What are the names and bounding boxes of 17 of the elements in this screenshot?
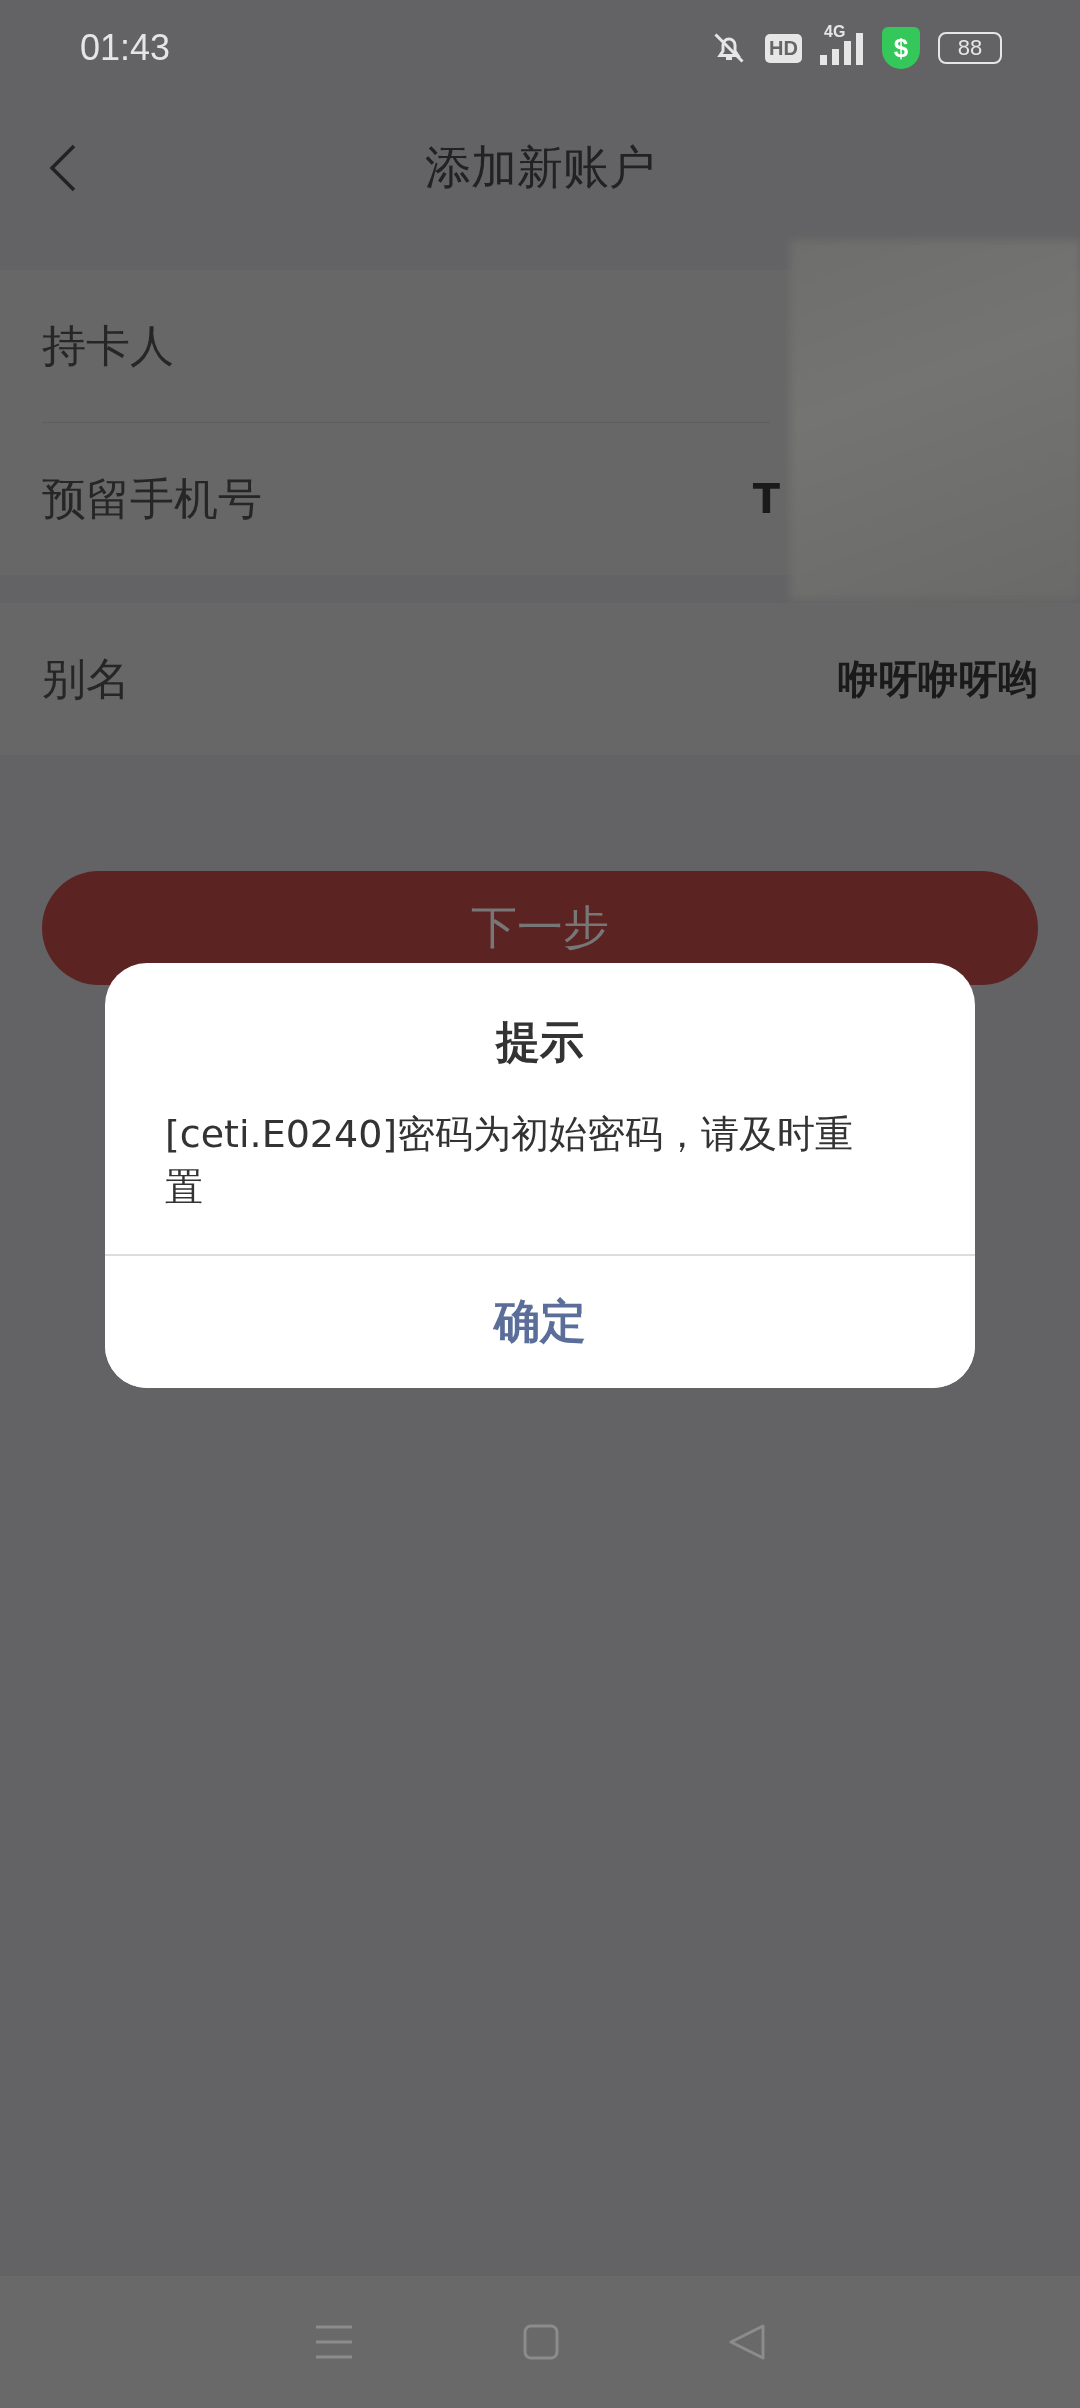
page-title: 添加新账户: [425, 139, 655, 196]
field-label: 持卡人: [42, 318, 174, 373]
battery-icon: 88: [938, 32, 1002, 64]
network-label: 4G: [824, 23, 846, 41]
dialog-message: [ceti.E0240]密码为初始密码，请及时重置: [164, 1111, 855, 1212]
back-icon[interactable]: [48, 143, 78, 193]
dialog-title: 提示: [494, 1015, 585, 1069]
field-value[interactable]: T: [752, 476, 780, 522]
security-shield-badge: $: [882, 27, 920, 69]
field-label: 别名: [42, 651, 130, 706]
back-nav-icon[interactable]: [727, 2323, 766, 2361]
field-label: 预留手机号: [42, 471, 262, 526]
field-value[interactable]: 咿呀咿呀哟: [838, 651, 1038, 707]
status-time: 01:43: [80, 27, 171, 69]
home-icon[interactable]: [523, 2324, 559, 2360]
menu-icon[interactable]: [314, 2324, 355, 2360]
hd-badge: HD: [765, 33, 802, 63]
